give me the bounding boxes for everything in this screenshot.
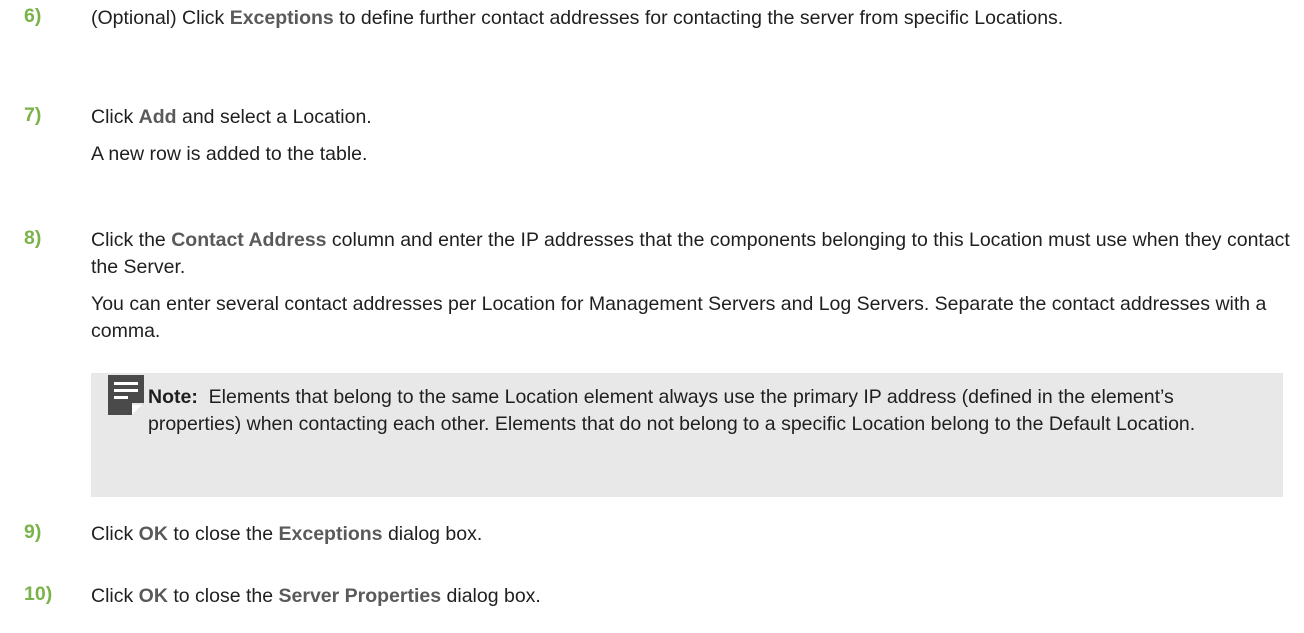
text: to define further contact addresses for … — [333, 7, 1064, 29]
step-number: 7) — [24, 104, 42, 126]
ui-term-exceptions: Exceptions — [278, 523, 383, 545]
ui-term-ok: OK — [138, 523, 168, 545]
text: (Optional) Click — [91, 7, 230, 29]
step-text: Click the Contact Address column and ent… — [91, 227, 1294, 345]
step-number: 10) — [24, 583, 53, 605]
ui-term-ok: OK — [138, 585, 168, 607]
text: and select a Location. — [176, 106, 372, 128]
step-info: You can enter several contact addresses … — [91, 293, 1267, 342]
step-text: Click OK to close the Server Properties … — [91, 583, 1294, 610]
text: Click the — [91, 229, 172, 251]
ui-term-exceptions: Exceptions — [229, 7, 334, 29]
ui-term-add: Add — [138, 106, 177, 128]
text: Click — [91, 585, 139, 607]
step-number: 8) — [24, 227, 42, 249]
step-text: Click Add and select a Location. A new r… — [91, 104, 1294, 168]
text: to close the — [167, 585, 279, 607]
note-body: Elements that belong to the same Locatio… — [148, 386, 1196, 435]
text: to close the — [167, 523, 279, 545]
ui-term-server-properties: Server Properties — [278, 585, 442, 607]
step-text: (Optional) Click Exceptions to define fu… — [91, 5, 1294, 32]
step-number: 9) — [24, 521, 42, 543]
ui-term-contact-address: Contact Address — [171, 229, 327, 251]
text: dialog box. — [441, 585, 541, 607]
text: dialog box. — [382, 523, 483, 545]
note-label: Note: — [148, 386, 198, 408]
step-text: Click OK to close the Exceptions dialog … — [91, 521, 1294, 548]
note-icon-svg — [108, 375, 144, 415]
text: Click — [91, 106, 139, 128]
text: Click — [91, 523, 139, 545]
note-text: Note: Elements that belong to the same L… — [148, 384, 1268, 438]
step-number: 6) — [24, 5, 42, 27]
step-result: A new row is added to the table. — [91, 143, 368, 165]
note-icon — [108, 375, 144, 415]
